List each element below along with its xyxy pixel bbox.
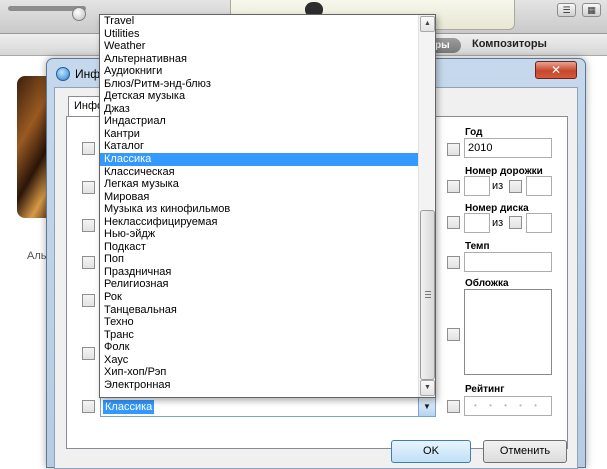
checkbox[interactable] xyxy=(82,181,95,194)
dialog-title: Инф xyxy=(75,67,101,81)
genre-option[interactable]: Классика xyxy=(100,153,418,166)
grip-icon xyxy=(425,291,431,298)
scroll-thumb[interactable] xyxy=(420,210,435,380)
track-number-field[interactable] xyxy=(464,176,490,196)
genre-option[interactable]: Блюз/Ритм-энд-блюз xyxy=(100,78,418,91)
genre-option[interactable]: Транс xyxy=(100,329,418,342)
genre-option[interactable]: Альтернативная xyxy=(100,53,418,66)
track-count-field[interactable] xyxy=(526,176,552,196)
genre-option[interactable]: Weather xyxy=(100,40,418,53)
checkbox[interactable] xyxy=(82,256,95,269)
genre-option[interactable]: Поп xyxy=(100,253,418,266)
genre-option[interactable]: Классическая xyxy=(100,166,418,179)
disc-count-field[interactable] xyxy=(526,213,552,233)
scroll-down-icon[interactable]: ▼ xyxy=(420,380,435,396)
genre-option[interactable]: Фолк xyxy=(100,341,418,354)
album-label-fragment: Аль xyxy=(27,250,47,262)
volume-knob[interactable] xyxy=(72,7,86,21)
disc-count-checkbox[interactable] xyxy=(509,216,522,229)
track-of-label: из xyxy=(492,180,504,192)
genre-option[interactable]: Техно xyxy=(100,316,418,329)
chevron-down-icon[interactable]: ▼ xyxy=(418,398,435,416)
itunes-icon xyxy=(56,67,70,81)
genre-option[interactable]: Хаус xyxy=(100,354,418,367)
checkbox[interactable] xyxy=(82,219,95,232)
genre-options: Travel Utilities Weather Альтернативная Ауди… xyxy=(100,15,418,391)
genre-option[interactable]: Кантри xyxy=(100,128,418,141)
track-count-checkbox[interactable] xyxy=(509,180,522,193)
genre-option[interactable]: Каталог xyxy=(100,140,418,153)
rating-label: Рейтинг xyxy=(465,384,505,395)
grid-view-icon[interactable]: ▦ xyxy=(582,3,601,17)
genre-option[interactable]: Нью-эйдж xyxy=(100,228,418,241)
cancel-button[interactable]: Отменить xyxy=(483,440,567,463)
genre-option[interactable]: Хип-хоп/Рэп xyxy=(100,366,418,379)
genre-option[interactable]: Индастриал xyxy=(100,115,418,128)
genre-option[interactable]: Travel xyxy=(100,15,418,28)
bpm-label: Темп xyxy=(465,241,490,252)
artwork-label: Обложка xyxy=(465,278,509,289)
year-field[interactable]: 2010 xyxy=(464,138,552,158)
genre-option[interactable]: Музыка из кинофильмов xyxy=(100,203,418,216)
genre-option[interactable]: Неклассифицируемая xyxy=(100,216,418,229)
genre-option[interactable]: Танцевальная xyxy=(100,304,418,317)
genre-option[interactable]: Религиозная xyxy=(100,278,418,291)
disc-number-field[interactable] xyxy=(464,213,490,233)
year-label: Год xyxy=(465,127,483,138)
ok-button[interactable]: OK xyxy=(391,440,471,463)
checkbox[interactable] xyxy=(82,400,95,413)
genre-option[interactable]: Детская музыка xyxy=(100,90,418,103)
genre-option[interactable]: Электронная xyxy=(100,379,418,392)
genre-dropdown-list: Travel Utilities Weather Альтернативная Ауди… xyxy=(99,14,436,398)
dropdown-scrollbar[interactable]: ▲ ▼ xyxy=(418,15,435,397)
disc-of-label: из xyxy=(492,217,504,229)
genre-option[interactable]: Подкаст xyxy=(100,241,418,254)
rating-checkbox[interactable] xyxy=(447,400,460,413)
rating-control[interactable]: • • • • • xyxy=(464,396,552,416)
checkbox[interactable] xyxy=(82,347,95,360)
volume-slider[interactable] xyxy=(8,6,86,21)
genre-option[interactable]: Рок xyxy=(100,291,418,304)
artwork-checkbox[interactable] xyxy=(447,328,460,341)
list-view-icon[interactable]: ☰ xyxy=(557,3,576,17)
bpm-field[interactable] xyxy=(464,252,552,272)
scroll-up-icon[interactable]: ▲ xyxy=(420,16,435,32)
genre-option[interactable]: Легкая музыка xyxy=(100,178,418,191)
genre-option[interactable]: Праздничная xyxy=(100,266,418,279)
genre-option[interactable]: Джаз xyxy=(100,103,418,116)
genre-option[interactable]: Utilities xyxy=(100,28,418,41)
checkbox[interactable] xyxy=(82,142,95,155)
track-number-checkbox[interactable] xyxy=(447,180,460,193)
close-button[interactable]: ✕ xyxy=(535,61,577,79)
disc-number-checkbox[interactable] xyxy=(447,216,460,229)
year-checkbox[interactable] xyxy=(447,143,460,156)
segment-tab-fragment[interactable]: ры xyxy=(433,38,461,53)
genre-combobox-value: Классика xyxy=(103,400,155,414)
genre-option[interactable]: Аудиокниги xyxy=(100,65,418,78)
checkbox[interactable] xyxy=(82,294,95,307)
genre-option[interactable]: Мировая xyxy=(100,191,418,204)
artwork-well[interactable] xyxy=(464,289,552,375)
tab-composers[interactable]: Композиторы xyxy=(472,38,547,50)
genre-combobox[interactable]: Классика ▼ xyxy=(100,397,436,417)
bpm-checkbox[interactable] xyxy=(447,256,460,269)
